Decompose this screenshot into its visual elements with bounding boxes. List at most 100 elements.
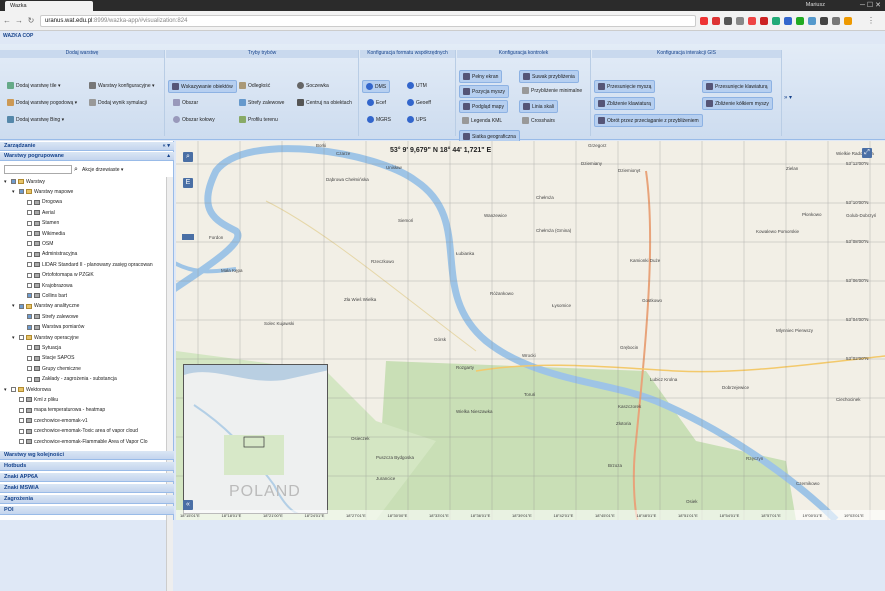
tree-row[interactable]: czechowice-emomak-Toxic area of vapor cl… xyxy=(12,427,138,436)
panel-hotbuds[interactable]: Hotbuds xyxy=(0,462,174,471)
layer-checkbox[interactable] xyxy=(19,397,24,403)
extension-icon[interactable] xyxy=(796,17,804,25)
center-on-objects-button[interactable]: Centruj na obiektach xyxy=(294,97,355,108)
tree-row[interactable]: ▾ Warstwy xyxy=(4,177,45,186)
tree-row[interactable]: Krajobrazowa xyxy=(20,281,73,290)
overview-minimap[interactable]: POLAND xyxy=(183,364,328,514)
layer-checkbox[interactable] xyxy=(19,439,24,444)
overview-map-button[interactable]: Podgląd mapy xyxy=(459,100,508,113)
menu-icon[interactable]: ⋮ xyxy=(866,16,876,26)
keyboard-zoom-button[interactable]: Zbliżenie klawiaturą xyxy=(594,97,655,110)
circle-area-button[interactable]: Obszar kołowy xyxy=(170,114,218,125)
fullscreen-button[interactable]: Pełny ekran xyxy=(459,70,503,83)
window-controls[interactable]: ─ ☐ ✕ xyxy=(860,1,881,9)
add-bing-layer-button[interactable]: Dodaj warstwę Bing ▾ xyxy=(4,114,67,125)
tree-search-input[interactable] xyxy=(4,165,72,174)
tree-row[interactable]: Zakłady - zagrożenia - substancja xyxy=(20,375,117,384)
tree-row[interactable]: LIDAR Standard II - planowany zasięg opr… xyxy=(20,260,153,269)
layer-checkbox[interactable] xyxy=(27,376,32,382)
tree-scrollbar[interactable] xyxy=(166,177,173,591)
layer-checkbox[interactable] xyxy=(19,303,24,309)
layer-checkbox[interactable] xyxy=(27,241,32,247)
extension-icon[interactable] xyxy=(820,17,828,25)
zoom-search-icon[interactable]: ⌕ xyxy=(183,152,193,162)
coord-mgrs-button[interactable]: MGRS xyxy=(364,114,394,125)
adblock-icon[interactable] xyxy=(712,17,720,25)
tree-row[interactable]: Strefy zalewowe xyxy=(20,312,78,321)
layer-checkbox[interactable] xyxy=(27,324,32,330)
tree-row[interactable]: Collins bart xyxy=(20,291,67,300)
layer-checkbox[interactable] xyxy=(11,179,16,184)
mouse-position-button[interactable]: Pozycja myszy xyxy=(459,85,510,98)
tree-row[interactable]: ▾ Warstwy mapowe xyxy=(12,187,73,196)
layer-checkbox[interactable] xyxy=(19,418,24,424)
layer-checkbox[interactable] xyxy=(27,251,32,257)
keyboard-pan-button[interactable]: Przesunięcie klawiaturą xyxy=(702,80,772,93)
tree-row[interactable]: Sytuacja xyxy=(20,343,61,352)
layer-checkbox[interactable] xyxy=(27,231,32,236)
add-simulation-result-button[interactable]: Dodaj wynik symulacji xyxy=(86,97,150,108)
tree-row[interactable]: Wikimedia xyxy=(20,229,65,238)
tree-row[interactable]: Warstwa pomiarów xyxy=(20,323,84,332)
drag-rotate-zoom-button[interactable]: Obrót przez przeciąganie z przybliżeniem xyxy=(594,114,703,127)
tree-row[interactable]: czechowice-emomak-v1 xyxy=(12,416,88,425)
zoom-slider[interactable] xyxy=(182,234,194,240)
layer-checkbox[interactable] xyxy=(27,199,32,205)
panel-layers-order[interactable]: Warstwy wg kolejności xyxy=(0,451,174,460)
layer-checkbox[interactable] xyxy=(27,355,32,361)
tree-actions-dropdown[interactable]: Akcje drzewiaste ▾ xyxy=(82,167,123,173)
tree-row[interactable]: czechowice-emomak-Flammable Area of Vapo… xyxy=(12,437,148,446)
extension-icon[interactable] xyxy=(772,17,780,25)
layer-checkbox[interactable] xyxy=(27,262,32,268)
layer-checkbox[interactable] xyxy=(19,189,24,195)
layer-checkbox[interactable] xyxy=(19,407,24,413)
add-weather-layer-button[interactable]: Dodaj warstwę pogodową ▾ xyxy=(4,97,80,108)
layer-switcher-icon[interactable]: E xyxy=(183,178,193,188)
tree-row[interactable]: ▾ Warstwy operacyjne xyxy=(12,333,79,342)
tree-row[interactable]: ▾ Wektorowa xyxy=(4,385,51,394)
reload-icon[interactable]: ↻ xyxy=(26,16,36,26)
coord-ecef-button[interactable]: Ecef xyxy=(364,97,389,108)
panel-app6a[interactable]: Znaki APP6A xyxy=(0,473,174,482)
extension-icon[interactable] xyxy=(784,17,792,25)
layer-checkbox[interactable] xyxy=(27,366,32,372)
tree-row[interactable]: Ortofotomapa w PZGiK xyxy=(20,271,94,280)
extension-icon[interactable] xyxy=(844,17,852,25)
chevron-up-icon[interactable]: ▴ xyxy=(167,153,170,159)
min-zoom-button[interactable]: Przybliżenie minimalne xyxy=(519,85,585,96)
layer-checkbox[interactable] xyxy=(27,272,32,278)
coord-dms-button[interactable]: DMS xyxy=(362,80,391,93)
fullscreen-icon[interactable]: ⤢ xyxy=(862,148,872,158)
layer-checkbox[interactable] xyxy=(19,428,24,434)
layer-checkbox[interactable] xyxy=(27,293,32,299)
back-icon[interactable]: ← xyxy=(2,16,12,26)
search-icon[interactable]: ⌕ xyxy=(74,166,78,174)
expand-icon[interactable]: ▾ xyxy=(4,387,9,393)
wheel-zoom-button[interactable]: Zbliżenie kółkiem myszy xyxy=(702,97,773,110)
lens-button[interactable]: Soczewka xyxy=(294,80,332,91)
opera-icon[interactable] xyxy=(700,17,708,25)
address-bar[interactable]: uranus.wat.edu.pl:8999/wazka-app/#visual… xyxy=(40,15,696,27)
extension-icon[interactable] xyxy=(808,17,816,25)
expand-icon[interactable]: ▾ xyxy=(12,189,17,195)
forward-icon[interactable]: → xyxy=(14,16,24,26)
tree-row[interactable]: ▾ Warstwy analityczne xyxy=(12,302,79,311)
panel-threats[interactable]: Zagrożenia xyxy=(0,495,174,504)
expand-icon[interactable]: ▾ xyxy=(12,335,17,341)
crosshairs-button[interactable]: Crosshairs xyxy=(519,115,558,126)
coord-geoeff-button[interactable]: Geoeff xyxy=(404,97,434,108)
panel-poi[interactable]: POI xyxy=(0,506,174,515)
layer-checkbox[interactable] xyxy=(27,283,32,288)
add-tile-layer-button[interactable]: Dodaj warstwę tile ▾ xyxy=(4,80,63,91)
coord-ups-button[interactable]: UPS xyxy=(404,114,429,125)
tree-row[interactable]: Grupy chemiczne xyxy=(20,364,81,373)
collapse-minimap-icon[interactable]: « xyxy=(183,500,193,510)
zoom-slider-button[interactable]: Suwak przybliżenia xyxy=(519,70,579,83)
config-layers-button[interactable]: Warstwy konfiguracyjne ▾ xyxy=(86,80,158,91)
expand-icon[interactable]: ▾ xyxy=(12,303,17,309)
ribbon-more-icon[interactable]: » ▾ xyxy=(784,94,792,101)
select-objects-button[interactable]: Wskazywanie obiektów xyxy=(168,80,237,93)
layer-checkbox[interactable] xyxy=(27,314,32,320)
panel-mswia[interactable]: Znaki MSWiA xyxy=(0,484,174,493)
expand-icon[interactable]: ▾ xyxy=(4,179,9,185)
